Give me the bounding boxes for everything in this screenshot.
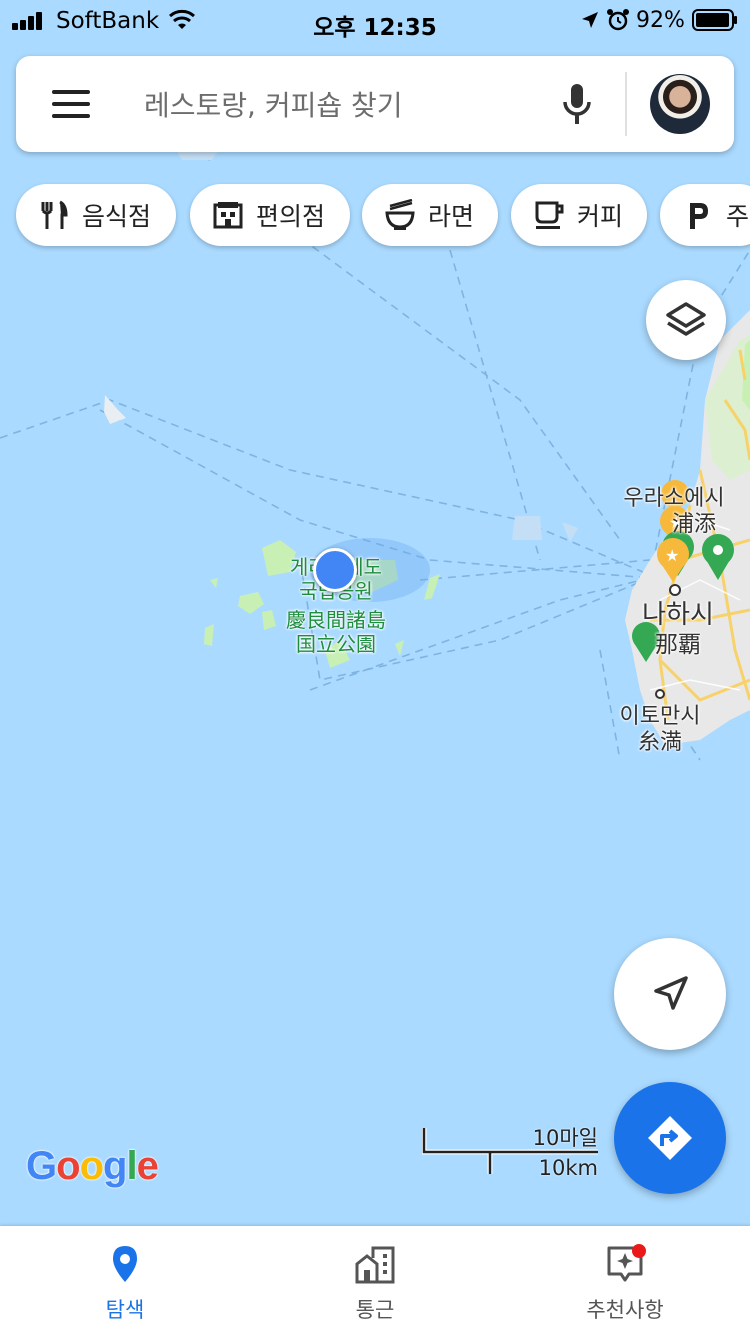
chip-label: 주차 — [726, 202, 750, 231]
layers-icon — [666, 302, 706, 336]
bottom-navigation: 탐색 통근 추천사항 — [0, 1226, 750, 1334]
city-label-urasoe[interactable]: 우라소에시 浦添 — [612, 488, 736, 536]
hamburger-menu-icon[interactable] — [52, 90, 90, 118]
logo-letter: e — [136, 1144, 159, 1188]
navigation-arrow-icon — [654, 976, 688, 1010]
convenience-store-icon — [212, 199, 244, 231]
svg-text:★: ★ — [665, 546, 679, 565]
chip-parking[interactable]: 주차 — [660, 184, 750, 246]
search-bar[interactable] — [16, 56, 734, 152]
logo-letter: l — [126, 1144, 137, 1188]
park-name-line: 慶良間諸島 — [286, 608, 386, 632]
location-services-icon — [582, 12, 598, 28]
tab-explore[interactable]: 탐색 — [0, 1226, 250, 1334]
city-name-japanese: 浦添 — [671, 512, 716, 537]
search-divider — [625, 72, 627, 136]
chip-ramen[interactable]: 라면 — [362, 184, 498, 246]
current-location-dot — [313, 548, 357, 592]
chip-label: 편의점 — [256, 202, 326, 231]
chip-label: 음식점 — [82, 202, 152, 231]
logo-letter: g — [103, 1144, 127, 1188]
directions-button[interactable] — [614, 1082, 726, 1194]
chip-restaurants[interactable]: 음식점 — [16, 184, 176, 246]
chip-coffee[interactable]: 커피 — [511, 184, 647, 246]
tab-for-you[interactable]: 추천사항 — [500, 1226, 750, 1334]
microphone-icon[interactable] — [560, 82, 594, 128]
coffee-icon — [533, 199, 565, 231]
park-name-line: 国立公園 — [296, 632, 376, 656]
city-label-naha[interactable]: 나하시 那覇 — [628, 600, 728, 660]
google-logo: Google — [26, 1144, 159, 1189]
search-input[interactable] — [142, 80, 546, 130]
city-label-itoman[interactable]: 이토만시 糸満 — [612, 706, 708, 754]
status-bar: SoftBank 오후 12:35 92% — [0, 0, 750, 42]
city-name-japanese: 糸満 — [637, 730, 682, 755]
city-name-korean: 이토만시 — [619, 704, 701, 729]
account-avatar[interactable] — [650, 74, 710, 134]
chip-label: 커피 — [577, 202, 624, 231]
tab-for-you-label: 추천사항 — [586, 1298, 664, 1322]
scale-km-label: 10km — [538, 1156, 598, 1180]
my-location-button[interactable] — [614, 938, 726, 1050]
logo-letter: o — [56, 1144, 80, 1188]
buildings-icon — [355, 1246, 395, 1284]
chip-label: 라면 — [428, 202, 475, 231]
tab-commute[interactable]: 통근 — [250, 1226, 500, 1334]
park-label-japanese[interactable]: 慶良間諸島 国立公園 — [272, 609, 400, 655]
alarm-icon — [607, 9, 629, 31]
scale-miles-label: 10마일 — [532, 1126, 598, 1150]
tab-commute-label: 통근 — [355, 1298, 395, 1322]
parking-icon — [682, 199, 714, 231]
battery-percentage: 92% — [636, 8, 685, 33]
city-name-korean: 우라소에시 — [623, 486, 725, 511]
city-name-japanese: 那覇 — [655, 632, 701, 658]
layers-button[interactable] — [646, 280, 726, 360]
map-scale: 10마일 10km — [422, 1122, 600, 1180]
city-name-korean: 나하시 — [642, 600, 714, 630]
restaurant-icon — [38, 199, 70, 231]
ramen-icon — [384, 198, 416, 231]
notification-dot — [632, 1244, 646, 1258]
logo-letter: o — [79, 1144, 104, 1188]
directions-icon — [648, 1116, 692, 1160]
battery-icon — [692, 9, 737, 31]
chip-convenience-stores[interactable]: 편의점 — [190, 184, 350, 246]
map-pin-icon — [113, 1246, 137, 1282]
logo-letter: G — [26, 1144, 57, 1188]
tab-explore-label: 탐색 — [105, 1298, 145, 1322]
